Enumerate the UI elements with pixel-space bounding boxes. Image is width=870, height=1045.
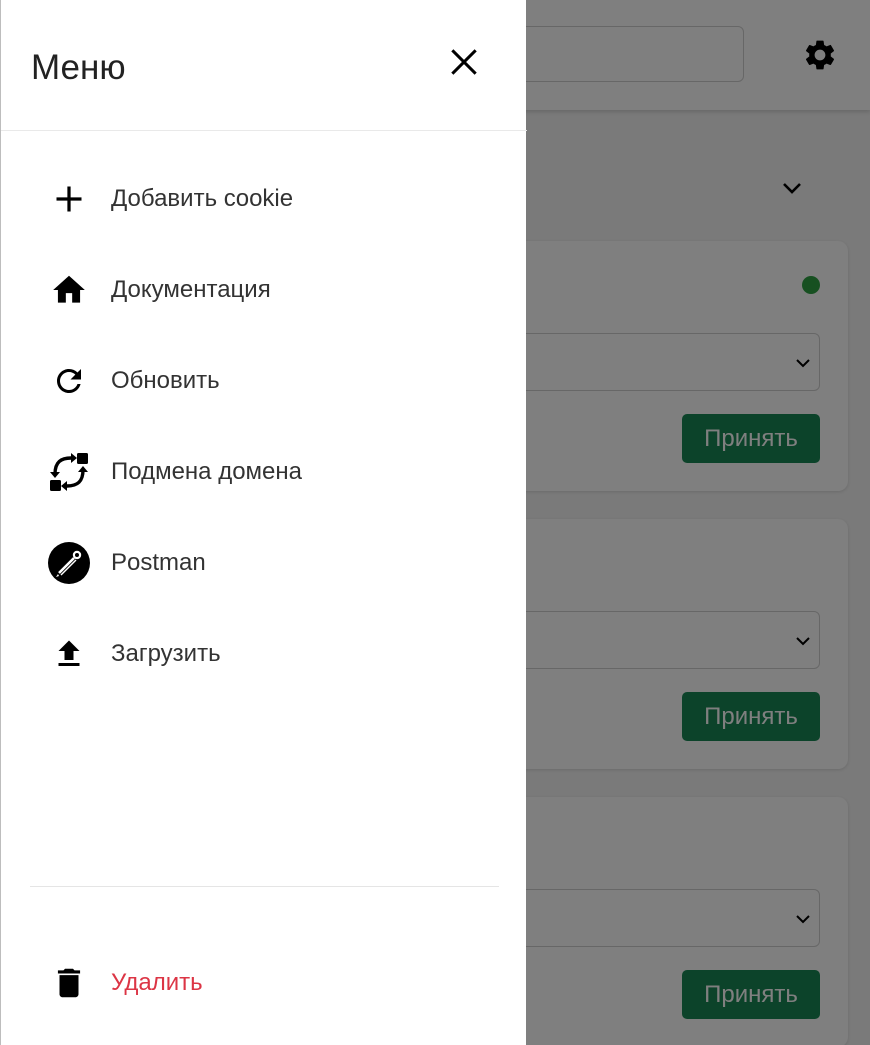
menu-item-label: Обновить	[111, 367, 220, 394]
plus-icon	[47, 177, 91, 221]
close-button[interactable]	[447, 45, 481, 79]
upload-icon	[47, 632, 91, 676]
menu-item-delete[interactable]: Удалить	[47, 953, 487, 1013]
side-menu: Меню Добавить cookie Документация Обнови…	[0, 0, 527, 1045]
menu-item-domain-swap[interactable]: Подмена домена	[47, 442, 487, 502]
menu-item-label: Удалить	[111, 969, 203, 996]
menu-item-documentation[interactable]: Документация	[47, 260, 487, 320]
menu-item-label: Подмена домена	[111, 458, 302, 485]
menu-item-postman[interactable]: Postman	[47, 533, 487, 593]
close-icon	[451, 49, 477, 75]
menu-divider	[30, 886, 499, 887]
refresh-icon	[47, 359, 91, 403]
menu-title: Меню	[31, 48, 126, 87]
menu-item-add-cookie[interactable]: Добавить cookie	[47, 169, 487, 229]
menu-item-refresh[interactable]: Обновить	[47, 351, 487, 411]
menu-item-label: Добавить cookie	[111, 185, 294, 212]
menu-item-upload[interactable]: Загрузить	[47, 624, 487, 684]
home-icon	[47, 268, 91, 312]
menu-item-label: Postman	[111, 549, 206, 576]
postman-icon	[47, 541, 91, 585]
trash-icon	[47, 961, 91, 1005]
side-menu-header: Меню	[1, 0, 527, 131]
swap-icon	[47, 450, 91, 494]
menu-item-label: Загрузить	[111, 640, 221, 667]
menu-item-label: Документация	[111, 276, 271, 303]
